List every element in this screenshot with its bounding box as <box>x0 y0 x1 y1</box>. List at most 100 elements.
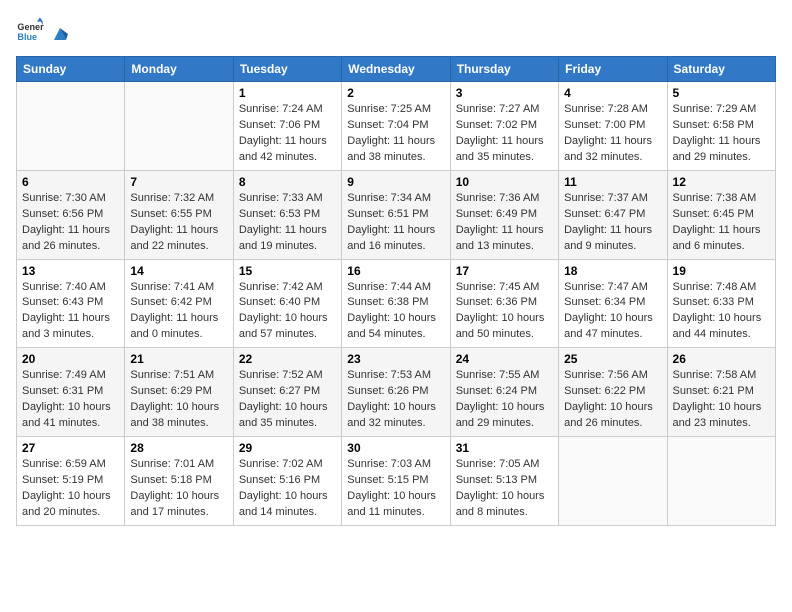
calendar-cell: 19Sunrise: 7:48 AM Sunset: 6:33 PM Dayli… <box>667 259 775 348</box>
calendar-cell: 9 Sunrise: 7:34 AM Sunset: 6:51 PM Daylig… <box>342 170 450 259</box>
day-number: 13 <box>22 264 119 278</box>
day-info: Sunrise: 7:28 AM Sunset: 7:00 PM Dayligh… <box>564 102 661 166</box>
day-number: 3 <box>456 86 553 100</box>
day-info: Sunrise: 7:48 AM Sunset: 6:33 PM Dayligh… <box>673 280 770 344</box>
day-number: 27 <box>22 441 119 455</box>
day-number: 15 <box>239 264 336 278</box>
day-header-tuesday: Tuesday <box>233 57 341 82</box>
day-info: Sunrise: 7:05 AM Sunset: 5:13 PM Dayligh… <box>456 457 553 521</box>
day-info: Sunrise: 7:32 AM Sunset: 6:55 PM Dayligh… <box>130 191 227 255</box>
calendar-cell <box>17 82 125 171</box>
calendar-cell <box>667 437 775 526</box>
day-info: Sunrise: 7:29 AM Sunset: 6:58 PM Dayligh… <box>673 102 770 166</box>
day-info: Sunrise: 7:55 AM Sunset: 6:24 PM Dayligh… <box>456 368 553 432</box>
logo-text-block <box>48 22 72 38</box>
calendar-cell: 5Sunrise: 7:29 AM Sunset: 6:58 PM Daylig… <box>667 82 775 171</box>
svg-text:Blue: Blue <box>17 32 37 42</box>
calendar-cell: 12 Sunrise: 7:38 AM Sunset: 6:45 PM Dayli… <box>667 170 775 259</box>
day-info: Sunrise: 7:34 AM Sunset: 6:51 PM Dayligh… <box>347 191 444 255</box>
calendar-cell: 29 Sunrise: 7:02 AM Sunset: 5:16 PM Dayli… <box>233 437 341 526</box>
calendar-cell: 4 Sunrise: 7:28 AM Sunset: 7:00 PM Daylig… <box>559 82 667 171</box>
day-info: Sunrise: 7:42 AM Sunset: 6:40 PM Dayligh… <box>239 280 336 344</box>
day-info: Sunrise: 7:27 AM Sunset: 7:02 PM Dayligh… <box>456 102 553 166</box>
day-header-sunday: Sunday <box>17 57 125 82</box>
day-info: Sunrise: 7:02 AM Sunset: 5:16 PM Dayligh… <box>239 457 336 521</box>
calendar-cell: 14 Sunrise: 7:41 AM Sunset: 6:42 PM Dayli… <box>125 259 233 348</box>
day-info: Sunrise: 7:56 AM Sunset: 6:22 PM Dayligh… <box>564 368 661 432</box>
day-header-saturday: Saturday <box>667 57 775 82</box>
calendar-cell: 21Sunrise: 7:51 AM Sunset: 6:29 PM Dayli… <box>125 348 233 437</box>
calendar-cell: 22 Sunrise: 7:52 AM Sunset: 6:27 PM Dayli… <box>233 348 341 437</box>
day-info: Sunrise: 7:33 AM Sunset: 6:53 PM Dayligh… <box>239 191 336 255</box>
day-header-friday: Friday <box>559 57 667 82</box>
logo-icon: General Blue <box>16 16 44 44</box>
day-number: 14 <box>130 264 227 278</box>
day-info: Sunrise: 7:38 AM Sunset: 6:45 PM Dayligh… <box>673 191 770 255</box>
day-info: Sunrise: 7:41 AM Sunset: 6:42 PM Dayligh… <box>130 280 227 344</box>
day-info: Sunrise: 7:36 AM Sunset: 6:49 PM Dayligh… <box>456 191 553 255</box>
calendar-cell: 24Sunrise: 7:55 AM Sunset: 6:24 PM Dayli… <box>450 348 558 437</box>
day-number: 4 <box>564 86 661 100</box>
calendar-week-row: 13 Sunrise: 7:40 AM Sunset: 6:43 PM Dayli… <box>17 259 776 348</box>
day-number: 12 <box>673 175 770 189</box>
calendar-week-row: 27 Sunrise: 6:59 AM Sunset: 5:19 PM Dayli… <box>17 437 776 526</box>
day-header-monday: Monday <box>125 57 233 82</box>
day-number: 20 <box>22 352 119 366</box>
day-info: Sunrise: 7:52 AM Sunset: 6:27 PM Dayligh… <box>239 368 336 432</box>
calendar-cell: 30Sunrise: 7:03 AM Sunset: 5:15 PM Dayli… <box>342 437 450 526</box>
day-number: 6 <box>22 175 119 189</box>
day-info: Sunrise: 7:58 AM Sunset: 6:21 PM Dayligh… <box>673 368 770 432</box>
calendar-cell: 10 Sunrise: 7:36 AM Sunset: 6:49 PM Dayli… <box>450 170 558 259</box>
day-number: 2 <box>347 86 444 100</box>
calendar-cell: 17 Sunrise: 7:45 AM Sunset: 6:36 PM Dayli… <box>450 259 558 348</box>
calendar-cell: 18 Sunrise: 7:47 AM Sunset: 6:34 PM Dayli… <box>559 259 667 348</box>
day-info: Sunrise: 7:53 AM Sunset: 6:26 PM Dayligh… <box>347 368 444 432</box>
logo-triangle-icon <box>49 22 71 44</box>
calendar-cell: 13 Sunrise: 7:40 AM Sunset: 6:43 PM Dayli… <box>17 259 125 348</box>
day-number: 17 <box>456 264 553 278</box>
calendar-cell: 27 Sunrise: 6:59 AM Sunset: 5:19 PM Dayli… <box>17 437 125 526</box>
calendar-cell: 1 Sunrise: 7:24 AM Sunset: 7:06 PM Daylig… <box>233 82 341 171</box>
calendar-week-row: 20 Sunrise: 7:49 AM Sunset: 6:31 PM Dayli… <box>17 348 776 437</box>
day-header-thursday: Thursday <box>450 57 558 82</box>
calendar-table: SundayMondayTuesdayWednesdayThursdayFrid… <box>16 56 776 526</box>
day-info: Sunrise: 7:37 AM Sunset: 6:47 PM Dayligh… <box>564 191 661 255</box>
calendar-week-row: 1 Sunrise: 7:24 AM Sunset: 7:06 PM Daylig… <box>17 82 776 171</box>
day-number: 31 <box>456 441 553 455</box>
calendar-cell: 6 Sunrise: 7:30 AM Sunset: 6:56 PM Daylig… <box>17 170 125 259</box>
calendar-cell: 16Sunrise: 7:44 AM Sunset: 6:38 PM Dayli… <box>342 259 450 348</box>
calendar-cell: 26Sunrise: 7:58 AM Sunset: 6:21 PM Dayli… <box>667 348 775 437</box>
day-info: Sunrise: 7:45 AM Sunset: 6:36 PM Dayligh… <box>456 280 553 344</box>
day-number: 21 <box>130 352 227 366</box>
day-number: 25 <box>564 352 661 366</box>
day-number: 29 <box>239 441 336 455</box>
calendar-cell: 20 Sunrise: 7:49 AM Sunset: 6:31 PM Dayli… <box>17 348 125 437</box>
day-number: 9 <box>347 175 444 189</box>
day-number: 1 <box>239 86 336 100</box>
day-info: Sunrise: 7:40 AM Sunset: 6:43 PM Dayligh… <box>22 280 119 344</box>
page-header: General Blue <box>16 16 776 44</box>
day-number: 8 <box>239 175 336 189</box>
calendar-cell: 7 Sunrise: 7:32 AM Sunset: 6:55 PM Daylig… <box>125 170 233 259</box>
calendar-cell: 8 Sunrise: 7:33 AM Sunset: 6:53 PM Daylig… <box>233 170 341 259</box>
day-number: 16 <box>347 264 444 278</box>
calendar-cell <box>125 82 233 171</box>
day-info: Sunrise: 7:24 AM Sunset: 7:06 PM Dayligh… <box>239 102 336 166</box>
day-number: 10 <box>456 175 553 189</box>
svg-text:General: General <box>17 22 44 32</box>
day-header-wednesday: Wednesday <box>342 57 450 82</box>
day-info: Sunrise: 7:47 AM Sunset: 6:34 PM Dayligh… <box>564 280 661 344</box>
calendar-cell <box>559 437 667 526</box>
calendar-cell: 2Sunrise: 7:25 AM Sunset: 7:04 PM Daylig… <box>342 82 450 171</box>
day-info: Sunrise: 6:59 AM Sunset: 5:19 PM Dayligh… <box>22 457 119 521</box>
calendar-week-row: 6 Sunrise: 7:30 AM Sunset: 6:56 PM Daylig… <box>17 170 776 259</box>
day-number: 22 <box>239 352 336 366</box>
day-number: 18 <box>564 264 661 278</box>
calendar-cell: 15 Sunrise: 7:42 AM Sunset: 6:40 PM Dayli… <box>233 259 341 348</box>
day-info: Sunrise: 7:49 AM Sunset: 6:31 PM Dayligh… <box>22 368 119 432</box>
logo: General Blue <box>16 16 72 44</box>
day-info: Sunrise: 7:30 AM Sunset: 6:56 PM Dayligh… <box>22 191 119 255</box>
day-number: 11 <box>564 175 661 189</box>
calendar-cell: 3 Sunrise: 7:27 AM Sunset: 7:02 PM Daylig… <box>450 82 558 171</box>
day-number: 7 <box>130 175 227 189</box>
